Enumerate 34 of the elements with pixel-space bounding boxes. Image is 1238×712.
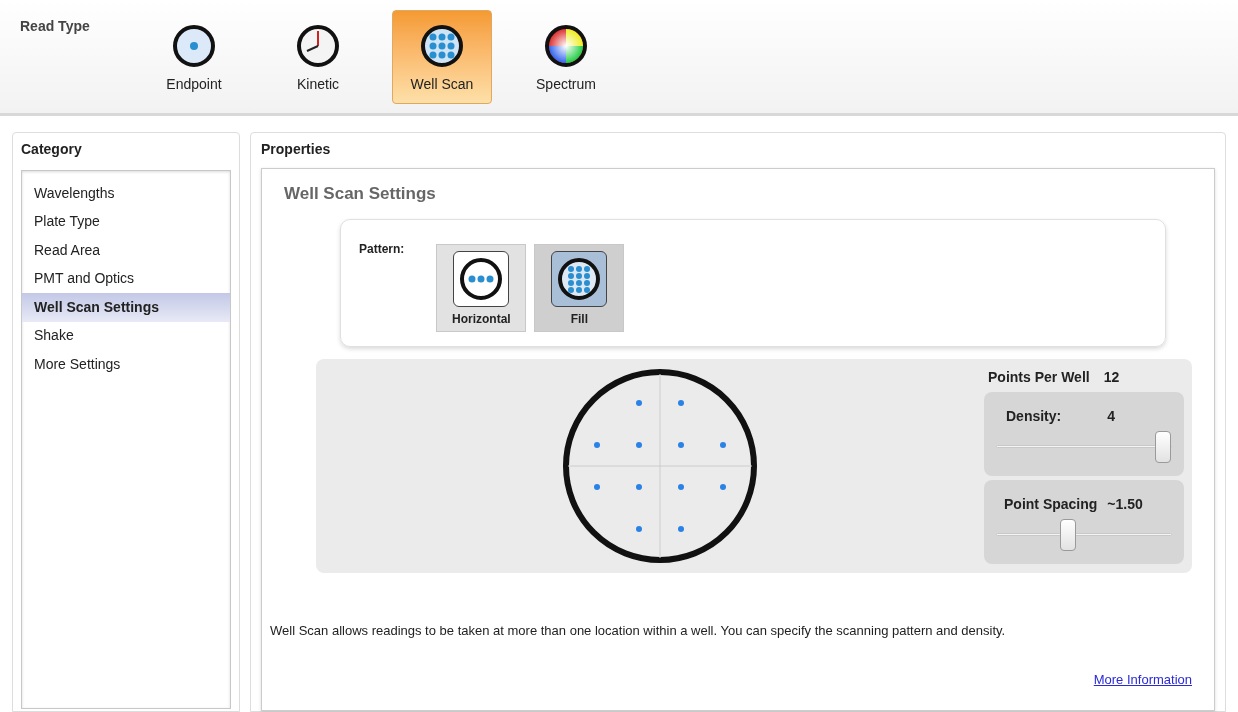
well-icon (172, 24, 216, 68)
read-type-button[interactable]: Spectrum (516, 10, 616, 104)
color-wheel-icon (544, 24, 588, 68)
section-heading: Well Scan Settings (284, 183, 437, 205)
more-information-link[interactable]: More Information (1093, 670, 1192, 690)
point-spacing-value: ~1.50 (1107, 494, 1143, 514)
pattern-button[interactable]: Horizontal (436, 243, 527, 332)
category-item[interactable]: Well Scan Settings (22, 293, 230, 322)
description-text: Well Scan allows readings to be taken at more than one location within a well. You can specify the scanning pattern and density. (270, 621, 1007, 640)
category-item[interactable]: Plate Type (22, 207, 230, 236)
density-value: 4 (1107, 406, 1116, 426)
read-type-button[interactable]: Well Scan (392, 10, 492, 104)
category-item[interactable]: Read Area (22, 236, 230, 265)
slider-thumb[interactable] (1155, 430, 1171, 463)
point-spacing-label: Point Spacing (1004, 494, 1098, 514)
horizontal-dots-icon (458, 255, 505, 302)
dot-grid-icon (556, 255, 603, 302)
density-label: Density: (1006, 406, 1062, 426)
read-type-button[interactable]: Endpoint (144, 10, 244, 104)
category-item[interactable]: More Settings (22, 350, 230, 379)
category-item[interactable]: PMT and Optics (22, 264, 230, 293)
well-grid-icon (420, 24, 464, 68)
clock-icon (296, 24, 340, 68)
pattern-label: Pattern: (359, 240, 405, 258)
category-item[interactable]: Shake (22, 321, 230, 350)
panel-title: Category (21, 140, 83, 159)
points-per-well-label: Points Per Well (988, 367, 1090, 387)
panel-title: Properties (261, 140, 332, 159)
read-type-button[interactable]: Kinetic (268, 10, 368, 104)
pattern-button[interactable]: Fill (534, 243, 625, 332)
points-per-well-value: 12 (1103, 367, 1120, 387)
category-item[interactable]: Wavelengths (22, 179, 230, 208)
section-label: Read Type (20, 17, 91, 36)
slider-thumb[interactable] (1060, 518, 1077, 551)
